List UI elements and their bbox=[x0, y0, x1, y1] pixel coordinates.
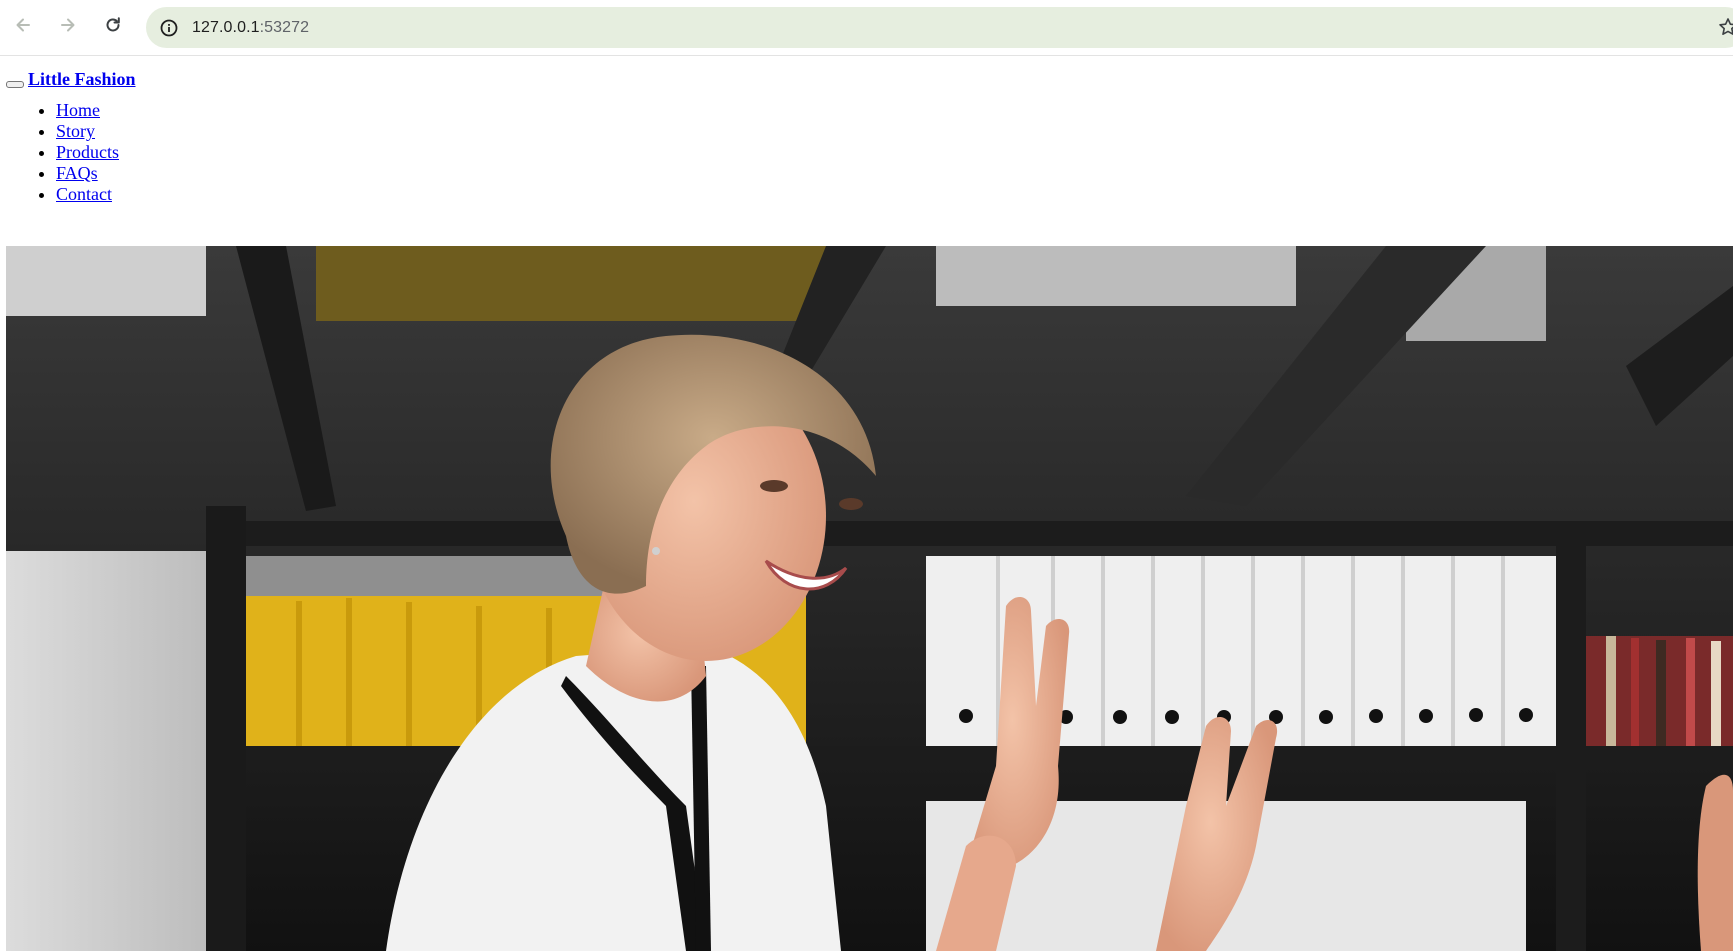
nav-link-story[interactable]: Story bbox=[56, 121, 95, 141]
info-icon bbox=[160, 19, 178, 37]
site-info-button[interactable] bbox=[156, 15, 182, 41]
brand-link[interactable]: Little Fashion bbox=[28, 68, 136, 90]
nav-link-faqs[interactable]: FAQs bbox=[56, 163, 98, 183]
reload-button[interactable] bbox=[98, 10, 128, 40]
nav-list: Home Story Products FAQs Contact bbox=[0, 100, 119, 205]
url-host: 127.0.0.1 bbox=[192, 19, 260, 36]
navbar-toggler-button[interactable] bbox=[6, 81, 24, 88]
url-text[interactable]: 127.0.0.1:53272 bbox=[192, 7, 309, 48]
address-bar[interactable]: 127.0.0.1:53272 bbox=[146, 7, 1733, 48]
nav-item-products: Products bbox=[56, 142, 119, 163]
hero-image bbox=[6, 246, 1733, 951]
reload-icon bbox=[106, 17, 120, 32]
forward-button[interactable] bbox=[53, 10, 83, 40]
url-port: :53272 bbox=[259, 19, 310, 36]
back-button[interactable] bbox=[8, 10, 38, 40]
hero-photo bbox=[6, 246, 1733, 951]
nav-item-contact: Contact bbox=[56, 184, 119, 205]
nav-item-faqs: FAQs bbox=[56, 163, 119, 184]
nav-item-home: Home bbox=[56, 100, 119, 121]
nav-link-products[interactable]: Products bbox=[56, 142, 119, 162]
nav-link-home[interactable]: Home bbox=[56, 100, 100, 120]
nav-item-story: Story bbox=[56, 121, 119, 142]
browser-toolbar: 127.0.0.1:53272 bbox=[0, 0, 1733, 56]
arrow-right-icon bbox=[61, 18, 75, 32]
nav-link-contact[interactable]: Contact bbox=[56, 184, 112, 204]
navbar-header: Little Fashion bbox=[6, 68, 136, 90]
star-icon bbox=[1719, 18, 1733, 35]
page-content: Little Fashion Home Story Products FAQs … bbox=[0, 57, 1733, 951]
bookmark-button[interactable] bbox=[1718, 17, 1733, 37]
arrow-left-icon bbox=[16, 18, 30, 32]
